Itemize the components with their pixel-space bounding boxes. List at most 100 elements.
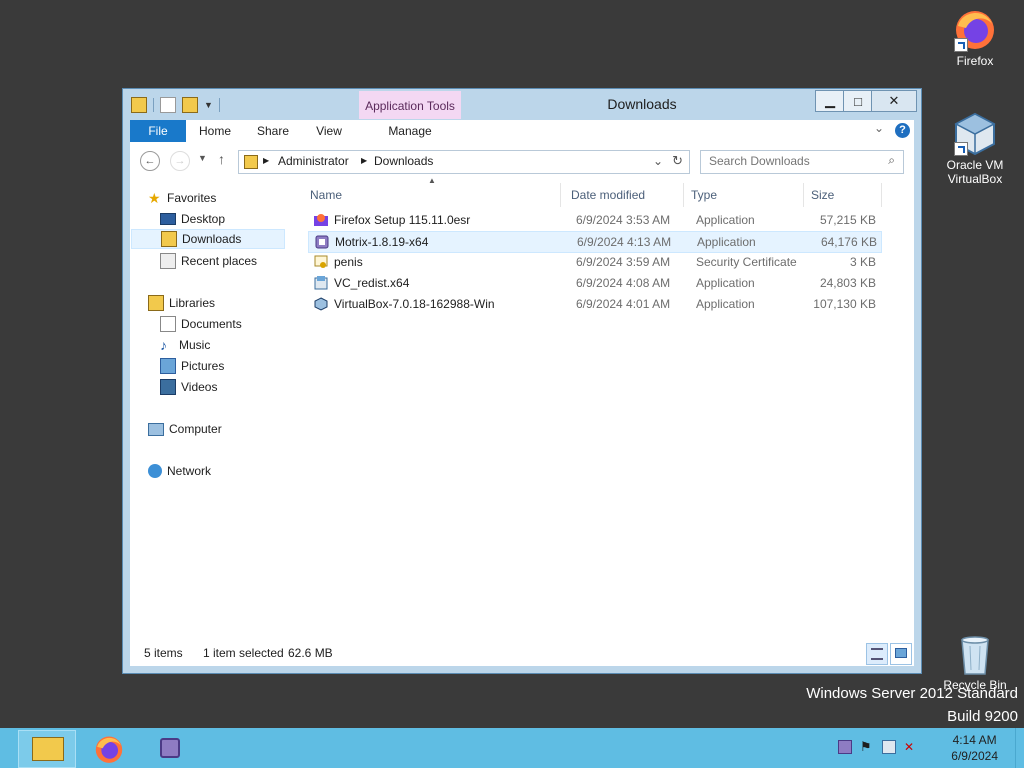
- desktop-icon-label: Firefox: [956, 54, 994, 68]
- tab-share[interactable]: Share: [250, 120, 296, 142]
- help-icon[interactable]: ?: [895, 123, 910, 138]
- file-date: 6/9/2024 3:53 AM: [576, 213, 671, 227]
- file-row[interactable]: VirtualBox-7.0.18-162988-Win 6/9/2024 4:…: [308, 294, 880, 314]
- nav-libraries[interactable]: Libraries: [148, 293, 215, 313]
- action-center-flag-icon[interactable]: ⚑: [860, 740, 874, 754]
- network-icon: [148, 464, 162, 478]
- search-input[interactable]: [709, 154, 877, 168]
- libraries-icon: [148, 295, 164, 311]
- status-bar: 5 items 1 item selected 62.6 MB: [130, 640, 914, 666]
- desktop-icon-recycle-bin[interactable]: Recycle Bin: [935, 630, 1015, 692]
- desktop-icon-virtualbox[interactable]: Oracle VM VirtualBox: [935, 110, 1015, 186]
- file-size: 64,176 KB: [820, 235, 877, 249]
- close-icon: ✕: [888, 93, 900, 108]
- file-name: Firefox Setup 115.11.0esr: [334, 213, 471, 227]
- minimize-button[interactable]: ▁: [815, 90, 845, 112]
- column-header-date-modified[interactable]: Date modified: [571, 183, 684, 207]
- motrix-tray-icon[interactable]: [838, 740, 852, 754]
- nav-videos[interactable]: Videos: [160, 377, 217, 397]
- nav-label: Desktop: [181, 212, 226, 226]
- nav-pictures[interactable]: Pictures: [160, 356, 224, 376]
- installer-icon: [314, 276, 328, 290]
- status-item-count: 5 items: [144, 646, 183, 660]
- status-selection-size: 62.6 MB: [288, 646, 333, 660]
- file-date: 6/9/2024 3:59 AM: [576, 255, 671, 269]
- taskbar-clock[interactable]: 4:14 AM 6/9/2024: [951, 732, 998, 764]
- taskbar-firefox-button[interactable]: [80, 730, 138, 768]
- maximize-button[interactable]: □: [843, 90, 873, 112]
- recycle-bin-icon: [952, 630, 998, 676]
- nav-computer[interactable]: Computer: [148, 419, 222, 439]
- details-view-icon: [871, 648, 883, 660]
- breadcrumb-separator-icon[interactable]: ▶: [263, 156, 269, 165]
- nav-label: Libraries: [169, 296, 216, 310]
- address-dropdown-chevron-icon[interactable]: ⌄: [653, 154, 663, 168]
- nav-favorites[interactable]: ★ Favorites: [148, 188, 216, 208]
- details-view-button[interactable]: [866, 643, 888, 665]
- file-name: Motrix-1.8.19-x64: [335, 235, 429, 249]
- tab-view[interactable]: View: [306, 120, 352, 142]
- file-row[interactable]: VC_redist.x64 6/9/2024 4:08 AM Applicati…: [308, 273, 880, 293]
- virtualbox-icon: [952, 110, 998, 156]
- title-bar[interactable]: ▼ Application Tools Downloads ▁ □ ✕: [123, 89, 921, 119]
- column-header-size[interactable]: Size: [811, 183, 882, 207]
- downloads-folder-icon: [161, 231, 177, 247]
- taskbar-file-explorer-button[interactable]: [18, 730, 76, 768]
- file-explorer-icon: [32, 737, 64, 761]
- search-box[interactable]: ⌕: [700, 150, 904, 174]
- music-icon: ♪: [160, 337, 167, 353]
- computer-icon: [148, 422, 164, 436]
- tab-home[interactable]: Home: [192, 120, 238, 142]
- nav-desktop[interactable]: Desktop: [160, 209, 225, 229]
- nav-label: Favorites: [167, 191, 217, 205]
- desktop-icon: [160, 213, 176, 225]
- desktop-icon-firefox[interactable]: Firefox: [935, 6, 1015, 68]
- explorer-window[interactable]: ▼ Application Tools Downloads ▁ □ ✕ File…: [122, 88, 922, 674]
- file-date: 6/9/2024 4:01 AM: [576, 297, 671, 311]
- certificate-icon: [314, 255, 328, 268]
- motrix-icon: [160, 738, 180, 758]
- breadcrumb-administrator[interactable]: Administrator: [278, 154, 349, 168]
- recent-locations-chevron-icon[interactable]: ▼: [198, 153, 207, 163]
- file-row[interactable]: Motrix-1.8.19-x64 6/9/2024 4:13 AM Appli…: [308, 231, 882, 253]
- column-header-name[interactable]: Name: [310, 183, 561, 207]
- forward-button[interactable]: →: [170, 151, 190, 171]
- nav-recent-places[interactable]: Recent places: [160, 251, 257, 271]
- file-row[interactable]: Firefox Setup 115.11.0esr 6/9/2024 3:53 …: [308, 210, 880, 230]
- nav-downloads[interactable]: Downloads: [131, 229, 285, 249]
- address-bar[interactable]: ▶ Administrator ▶ Downloads ⌄ ↻: [238, 150, 690, 174]
- taskbar-motrix-button[interactable]: [142, 730, 200, 768]
- status-selection: 1 item selected: [203, 646, 284, 660]
- firefox-icon: [95, 736, 123, 763]
- volume-muted-icon[interactable]: ✕: [904, 740, 918, 754]
- file-type: Application: [696, 297, 755, 311]
- shortcut-arrow-icon: [954, 142, 968, 156]
- show-desktop-button[interactable]: [1015, 728, 1024, 768]
- column-header-type[interactable]: Type: [691, 183, 804, 207]
- expand-ribbon-chevron-icon[interactable]: ⌄: [874, 121, 884, 135]
- network-tray-icon[interactable]: [882, 740, 896, 754]
- folder-icon: [244, 155, 258, 169]
- refresh-icon[interactable]: ↻: [672, 153, 683, 169]
- close-button[interactable]: ✕: [871, 90, 917, 112]
- os-watermark: Windows Server 2012 Standard Build 9200: [806, 685, 1018, 725]
- tab-manage[interactable]: Manage: [359, 120, 461, 142]
- large-icons-view-button[interactable]: [890, 643, 912, 665]
- back-button[interactable]: ←: [140, 151, 160, 171]
- file-size: 24,803 KB: [819, 276, 876, 290]
- nav-documents[interactable]: Documents: [160, 314, 242, 334]
- file-size: 3 KB: [849, 255, 876, 269]
- nav-label: Computer: [169, 422, 222, 436]
- pictures-icon: [160, 358, 176, 374]
- nav-music[interactable]: ♪ Music: [160, 335, 210, 355]
- documents-icon: [160, 316, 176, 332]
- system-tray: ⚑ ✕: [838, 740, 918, 754]
- breadcrumb-separator-icon[interactable]: ▶: [361, 156, 367, 165]
- breadcrumb-downloads[interactable]: Downloads: [374, 154, 433, 168]
- file-row[interactable]: penis 6/9/2024 3:59 AM Security Certific…: [308, 252, 880, 272]
- up-arrow-icon[interactable]: ↑: [218, 151, 225, 167]
- nav-network[interactable]: Network: [148, 461, 211, 481]
- star-icon: ★: [148, 190, 161, 206]
- search-icon[interactable]: ⌕: [888, 153, 895, 168]
- tab-file[interactable]: File: [130, 120, 186, 142]
